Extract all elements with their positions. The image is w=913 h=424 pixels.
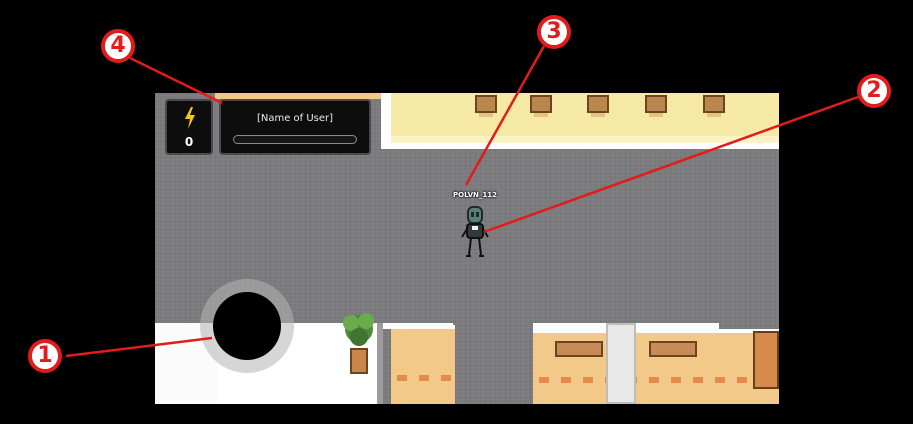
energy-value: 0 — [184, 135, 194, 149]
annotation-badge-2: 2 — [857, 74, 891, 108]
counter-stripe — [539, 377, 775, 383]
user-progress-bar — [233, 135, 357, 144]
game-viewport[interactable]: POLVN_112 0 [Name of User] — [155, 93, 779, 404]
wall-segment — [381, 93, 391, 149]
energy-panel: 0 — [165, 99, 213, 155]
player-sprite — [461, 206, 489, 257]
chair — [703, 95, 725, 117]
lightning-bolt-icon — [185, 107, 195, 129]
annotation-badge-3: 3 — [537, 15, 571, 49]
door — [753, 331, 779, 389]
window — [649, 341, 697, 357]
upper-room-wall-bottom — [381, 143, 779, 149]
annotation-badge-4: 4 — [101, 29, 135, 63]
chair — [587, 95, 609, 117]
wall-segment — [383, 323, 453, 329]
joystick-knob[interactable] — [213, 292, 281, 360]
chair — [530, 95, 552, 117]
screenshot-stage: POLVN_112 0 [Name of User] 1 2 3 4 — [0, 0, 913, 424]
potted-plant — [343, 313, 374, 374]
joystick[interactable] — [200, 279, 294, 373]
player-character[interactable]: POLVN_112 — [440, 191, 510, 271]
counter-stripe — [397, 375, 451, 381]
player-name: POLVN_112 — [453, 191, 497, 199]
chair — [645, 95, 667, 117]
user-panel: [Name of User] — [219, 99, 371, 155]
chair — [475, 95, 497, 117]
counter — [391, 325, 455, 404]
annotation-badge-1: 1 — [28, 339, 62, 373]
user-name: [Name of User] — [256, 113, 334, 124]
pillar — [606, 323, 636, 404]
window — [555, 341, 603, 357]
